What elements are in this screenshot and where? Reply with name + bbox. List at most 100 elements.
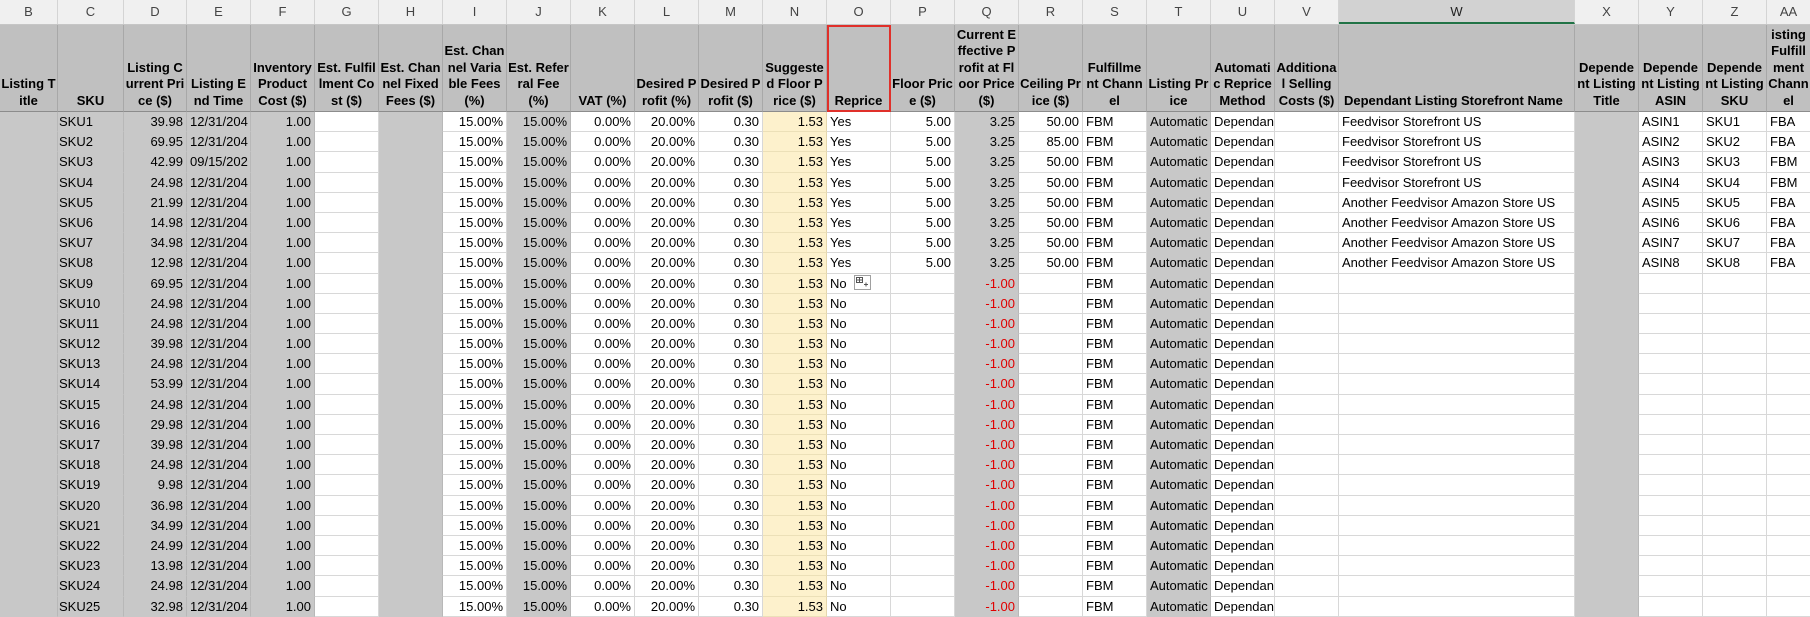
cell-f[interactable]: 1.00 [251,515,315,536]
cell-w[interactable] [1339,414,1575,435]
cell-x[interactable] [1575,313,1639,335]
cell-r[interactable] [1019,273,1083,294]
cell-p[interactable] [891,394,955,415]
cell-s[interactable]: FBM [1083,435,1147,456]
cell-h[interactable] [379,192,443,213]
cell-x[interactable] [1575,556,1639,577]
cell-t[interactable]: Automatic [1147,576,1211,597]
cell-b[interactable] [0,112,58,133]
cell-f[interactable]: 1.00 [251,394,315,415]
cell-d[interactable]: 42.99 [124,152,187,173]
header-cell-u[interactable]: Automatic Reprice Method [1211,25,1275,112]
cell-i[interactable]: 15.00% [443,414,507,435]
cell-t[interactable]: Automatic [1147,354,1211,375]
cell-y[interactable] [1639,495,1703,516]
cell-i[interactable]: 15.00% [443,253,507,274]
cell-u[interactable]: Dependant [1211,455,1275,476]
cell-y[interactable] [1639,313,1703,335]
cell-f[interactable]: 1.00 [251,132,315,153]
cell-t[interactable]: Automatic [1147,233,1211,254]
column-letter-j[interactable]: J [507,0,571,24]
cell-d[interactable]: 39.98 [124,112,187,133]
cell-e[interactable]: 12/31/204 [187,394,251,415]
cell-f[interactable]: 1.00 [251,334,315,355]
cell-i[interactable]: 15.00% [443,233,507,254]
cell-c[interactable]: SKU25 [58,596,124,617]
cell-m[interactable]: 0.30 [699,253,763,274]
cell-w[interactable] [1339,374,1575,395]
cell-x[interactable] [1575,435,1639,456]
cell-r[interactable]: 50.00 [1019,233,1083,254]
cell-i[interactable]: 15.00% [443,112,507,133]
cell-q[interactable]: 3.25 [955,152,1019,173]
cell-w[interactable] [1339,576,1575,597]
cell-k[interactable]: 0.00% [571,334,635,355]
cell-k[interactable]: 0.00% [571,273,635,294]
cell-b[interactable] [0,556,58,577]
cell-y[interactable] [1639,535,1703,557]
cell-o[interactable]: No [827,334,891,355]
cell-j[interactable]: 15.00% [507,354,571,375]
cell-u[interactable]: Dependant [1211,435,1275,456]
cell-i[interactable]: 15.00% [443,313,507,335]
cell-i[interactable]: 15.00% [443,293,507,314]
header-cell-v[interactable]: Additional Selling Costs ($) [1275,25,1339,112]
cell-d[interactable]: 24.98 [124,455,187,476]
cell-aa[interactable]: FBA [1767,132,1810,153]
cell-w[interactable]: Feedvisor Storefront US [1339,132,1575,153]
column-letter-o[interactable]: O [827,0,891,24]
header-cell-o[interactable]: Reprice [827,25,891,112]
cell-s[interactable]: FBM [1083,172,1147,193]
cell-f[interactable]: 1.00 [251,112,315,133]
cell-h[interactable] [379,515,443,536]
cell-o[interactable]: Yes [827,132,891,153]
cell-n[interactable]: 1.53 [763,435,827,456]
cell-z[interactable] [1703,515,1767,536]
cell-z[interactable]: SKU1 [1703,112,1767,133]
cell-x[interactable] [1575,212,1639,234]
cell-w[interactable]: Another Feedvisor Amazon Store US [1339,233,1575,254]
cell-d[interactable]: 53.99 [124,374,187,395]
cell-l[interactable]: 20.00% [635,374,699,395]
cell-p[interactable]: 5.00 [891,253,955,274]
cell-r[interactable] [1019,455,1083,476]
cell-v[interactable] [1275,515,1339,536]
cell-aa[interactable] [1767,535,1810,557]
column-letter-w[interactable]: W [1339,0,1575,24]
cell-h[interactable] [379,374,443,395]
cell-q[interactable]: -1.00 [955,556,1019,577]
cell-aa[interactable]: FBA [1767,233,1810,254]
cell-k[interactable]: 0.00% [571,495,635,516]
cell-h[interactable] [379,112,443,133]
cell-e[interactable]: 12/31/204 [187,495,251,516]
cell-z[interactable]: SKU6 [1703,212,1767,234]
cell-g[interactable] [315,414,379,435]
cell-e[interactable]: 09/15/202 [187,152,251,173]
cell-d[interactable]: 24.98 [124,354,187,375]
cell-s[interactable]: FBM [1083,374,1147,395]
cell-p[interactable] [891,273,955,294]
cell-r[interactable] [1019,556,1083,577]
cell-s[interactable]: FBM [1083,233,1147,254]
cell-l[interactable]: 20.00% [635,253,699,274]
cell-g[interactable] [315,455,379,476]
cell-d[interactable]: 29.98 [124,414,187,435]
cell-q[interactable]: -1.00 [955,535,1019,557]
cell-y[interactable]: ASIN4 [1639,172,1703,193]
cell-t[interactable]: Automatic [1147,556,1211,577]
cell-y[interactable] [1639,374,1703,395]
column-letter-aa[interactable]: AA [1767,0,1810,24]
cell-m[interactable]: 0.30 [699,515,763,536]
cell-s[interactable]: FBM [1083,253,1147,274]
cell-f[interactable]: 1.00 [251,495,315,516]
header-cell-h[interactable]: Est. Channel Fixed Fees ($) [379,25,443,112]
cell-l[interactable]: 20.00% [635,414,699,435]
header-cell-aa[interactable]: Dependent Listing Fulfillment Channel [1767,25,1810,112]
cell-m[interactable]: 0.30 [699,435,763,456]
cell-t[interactable]: Automatic [1147,132,1211,153]
cell-x[interactable] [1575,233,1639,254]
cell-x[interactable] [1575,414,1639,435]
cell-t[interactable]: Automatic [1147,475,1211,496]
cell-e[interactable]: 12/31/204 [187,354,251,375]
cell-s[interactable]: FBM [1083,596,1147,617]
